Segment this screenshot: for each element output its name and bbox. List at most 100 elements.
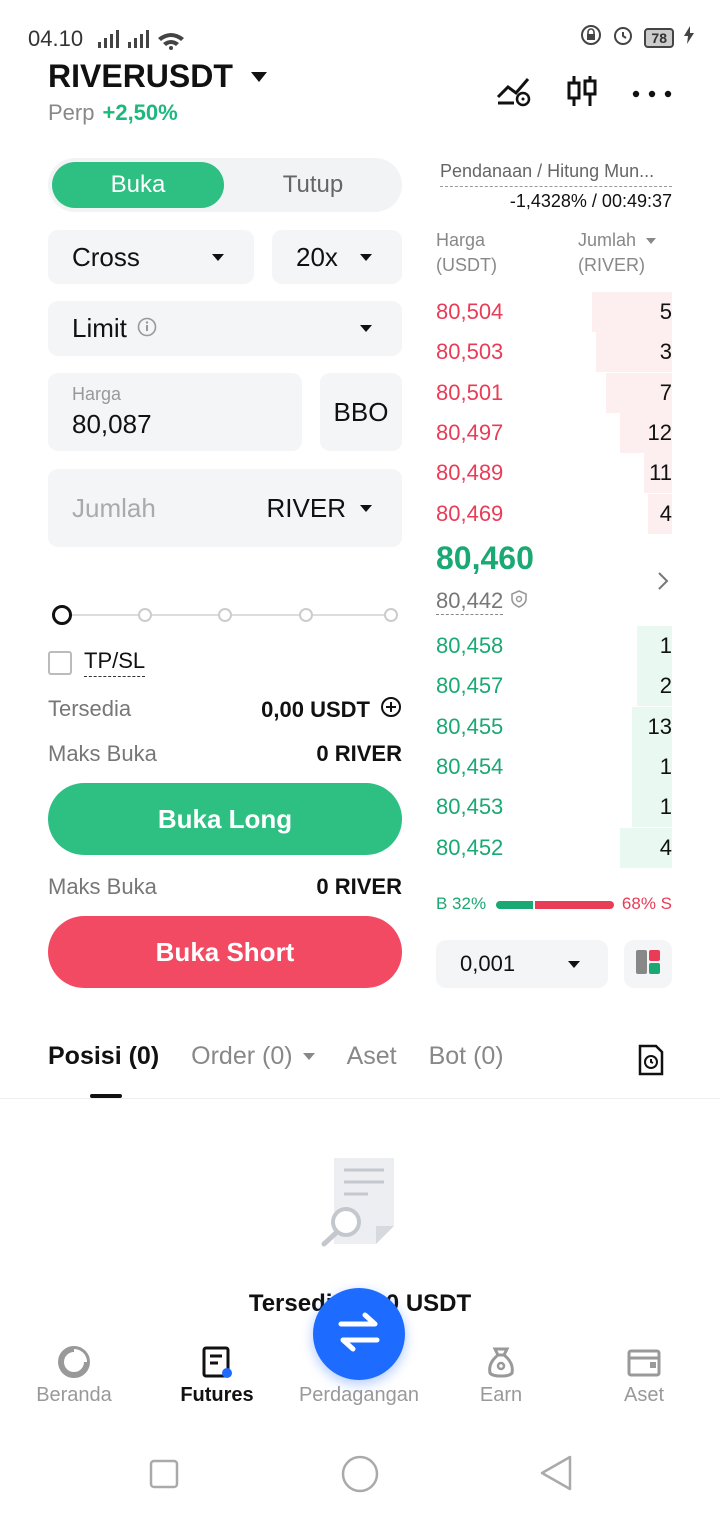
sell-ratio: 68% S	[621, 894, 672, 913]
tab-assets[interactable]: Aset	[347, 1042, 397, 1071]
chevron-down-icon	[302, 1053, 315, 1060]
status-right: 78	[580, 24, 694, 51]
nav-assets[interactable]: Aset	[572, 1340, 716, 1407]
checkbox-icon[interactable]	[48, 650, 72, 675]
ask-row[interactable]: 80,504 5	[436, 292, 672, 332]
chevron-down-icon	[360, 253, 372, 261]
chevron-down-icon	[212, 253, 224, 261]
more-options-icon[interactable]	[632, 85, 672, 103]
tab-close[interactable]: Tutup	[228, 162, 398, 208]
amount-slider-handle[interactable]	[52, 605, 72, 625]
bid-qty: 13	[647, 713, 672, 739]
nav-earn[interactable]: Earn	[429, 1340, 573, 1407]
system-nav-bar	[0, 1440, 720, 1510]
slider-step-50[interactable]	[218, 608, 232, 622]
price-input[interactable]: Harga 80,087	[48, 373, 302, 451]
depth-step-select[interactable]: 0,001	[436, 940, 608, 988]
chevron-down-icon	[360, 504, 372, 512]
max-open-short-label: Maks Buka	[48, 874, 157, 899]
bid-qty: 1	[659, 633, 672, 658]
chevron-down-icon	[250, 71, 267, 82]
slider-step-100[interactable]	[384, 608, 398, 622]
earn-icon	[429, 1340, 573, 1384]
status-time: 04.10	[28, 26, 84, 51]
nav-futures[interactable]: Futures	[145, 1340, 289, 1407]
pair-selector[interactable]: RIVERUSDT	[48, 58, 267, 95]
header-actions	[496, 74, 672, 113]
margin-mode-select[interactable]: Cross	[48, 230, 254, 284]
bid-price: 80,455	[436, 713, 504, 739]
candlestick-chart-icon[interactable]	[566, 74, 598, 113]
position-tabs: Posisi (0) Order (0) Aset Bot (0)	[48, 1042, 504, 1071]
max-open-short-value: 0 RIVER	[316, 874, 402, 899]
tab-bots[interactable]: Bot (0)	[429, 1042, 504, 1071]
history-icon[interactable]	[636, 1044, 666, 1081]
nav-home[interactable]: Beranda	[2, 1340, 146, 1407]
bid-row[interactable]: 80,458 1	[436, 626, 672, 666]
nav-futures-label: Futures	[180, 1384, 254, 1406]
amount-unit-select[interactable]: RIVER	[267, 493, 372, 524]
price-change: +2,50%	[102, 100, 178, 125]
slider-step-25[interactable]	[138, 608, 152, 622]
ask-row[interactable]: 80,489 11	[436, 453, 672, 494]
bid-row[interactable]: 80,457 2	[436, 666, 672, 707]
price-column-header: Harga (USDT)	[436, 228, 497, 278]
chevron-right-icon[interactable]	[656, 570, 670, 597]
amount-placeholder: Jumlah	[72, 492, 156, 523]
leverage-select[interactable]: 20x	[272, 230, 402, 284]
funding-value: -1,4328% / 00:49:37	[509, 191, 672, 211]
ask-row[interactable]: 80,503 3	[436, 332, 672, 373]
chevron-down-icon	[360, 325, 372, 332]
tpsl-label: TP/SL	[84, 648, 146, 677]
ask-price: 80,469	[436, 500, 504, 526]
qty-header-line2: (RIVER)	[578, 255, 645, 275]
recents-icon[interactable]	[148, 1458, 180, 1495]
nav-earn-label: Earn	[479, 1384, 523, 1406]
qty-column-header[interactable]: Jumlah (RIVER)	[578, 228, 657, 278]
charging-icon	[684, 26, 694, 49]
swap-icon	[335, 1312, 383, 1357]
price-alert-icon[interactable]	[496, 75, 532, 112]
nav-trade-label: Perdagangan	[298, 1384, 420, 1406]
ask-row[interactable]: 80,497 12	[436, 412, 672, 453]
back-icon[interactable]	[538, 1454, 574, 1497]
ask-qty: 7	[659, 379, 672, 405]
ask-price: 80,501	[436, 379, 504, 405]
open-long-button[interactable]: Buka Long	[48, 783, 402, 855]
trade-fab-button[interactable]	[313, 1288, 405, 1380]
ask-price: 80,497	[436, 419, 504, 445]
book-layout-button[interactable]	[624, 940, 672, 988]
home-button-icon[interactable]	[340, 1454, 380, 1499]
ask-row[interactable]: 80,469 4	[436, 493, 672, 534]
leverage-value: 20x	[296, 241, 338, 272]
amount-input[interactable]: Jumlah RIVER	[48, 469, 402, 547]
bid-qty: 4	[659, 834, 672, 860]
tpsl-checkbox[interactable]: TP/SL	[48, 648, 146, 677]
bid-row[interactable]: 80,455 13	[436, 706, 672, 747]
tab-orders[interactable]: Order (0)	[191, 1042, 315, 1071]
signal-icon	[96, 28, 186, 55]
tab-orders-label: Order (0)	[191, 1042, 293, 1070]
add-funds-icon[interactable]	[380, 696, 402, 723]
chevron-down-icon	[568, 960, 580, 968]
last-price: 80,460	[436, 540, 534, 576]
alarm-icon	[612, 24, 634, 51]
ask-row[interactable]: 80,501 7	[436, 372, 672, 413]
bid-qty: 1	[659, 794, 672, 820]
funding-label[interactable]: Pendanaan / Hitung Mun...	[440, 161, 672, 187]
mark-price: 80,442	[436, 588, 504, 615]
open-short-button[interactable]: Buka Short	[48, 916, 402, 988]
bid-row[interactable]: 80,452 4	[436, 827, 672, 868]
available-label: Tersedia	[48, 696, 132, 721]
mark-price-row: 80,442	[436, 588, 529, 615]
tab-positions[interactable]: Posisi (0)	[48, 1042, 159, 1071]
futures-icon	[145, 1340, 289, 1384]
info-icon[interactable]	[137, 313, 157, 344]
bbo-button[interactable]: BBO	[320, 373, 402, 451]
tab-open[interactable]: Buka	[52, 162, 224, 208]
buy-sell-ratio: B 32% 68% S	[436, 894, 672, 916]
slider-step-75[interactable]	[299, 608, 313, 622]
order-type-select[interactable]: Limit	[48, 301, 402, 356]
bid-row[interactable]: 80,454 1	[436, 746, 672, 787]
bid-row[interactable]: 80,453 1	[436, 787, 672, 828]
